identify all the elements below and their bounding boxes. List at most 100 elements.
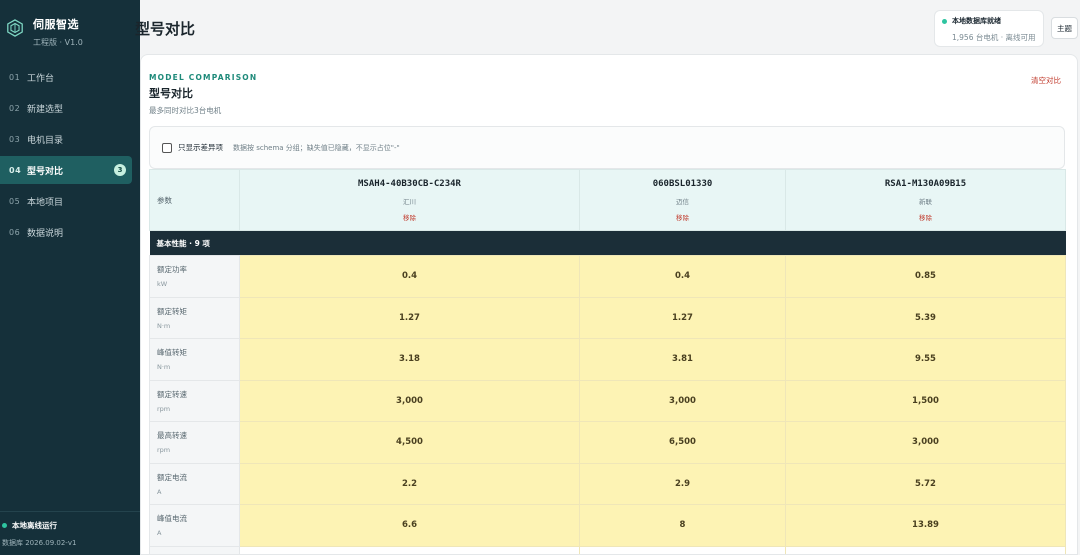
diff-only-label[interactable]: 只显示差异项 — [178, 142, 223, 153]
value-cell: 6,500 — [579, 421, 786, 464]
brand: 伺服智选 工程版 · V1.0 — [6, 16, 83, 48]
table-row: 峰值转矩 N·m 3.18 3.81 9.55 — [149, 338, 1066, 381]
nav-number: 02 — [9, 103, 21, 113]
param-cell: 额定转速 rpm — [149, 379, 240, 422]
filter-bar: 只显示差异项 数据按 schema 分组；缺失值已隐藏，不显示占位"-" — [149, 126, 1065, 169]
param-column-header: 参数 — [149, 169, 240, 231]
table-row: 最高转速 rpm 4,500 6,500 3,000 — [149, 421, 1066, 464]
param-cell — [149, 545, 240, 554]
model-column-header: RSA1-M130A09B15 新联 移除 — [785, 169, 1066, 231]
value-cell: 0.4 — [239, 255, 580, 298]
remove-model-button[interactable]: 移除 — [240, 212, 579, 222]
nav-number: 03 — [9, 134, 21, 144]
param-unit: A — [157, 529, 162, 538]
table-row: 额定转矩 N·m 1.27 1.27 5.39 — [149, 296, 1066, 339]
filter-hint: 数据按 schema 分组；缺失值已隐藏，不显示占位"-" — [233, 143, 400, 152]
remove-model-button[interactable]: 移除 — [580, 212, 785, 222]
param-cell: 额定电流 A — [149, 462, 240, 505]
compare-count-badge: 3 — [114, 164, 126, 176]
value-cell: 1.27 — [579, 296, 786, 339]
group-header-row: 基本性能 · 9 项 — [149, 230, 1066, 256]
nav-label: 型号对比 — [27, 166, 64, 177]
section-title: 型号对比 — [149, 87, 193, 100]
param-name: 峰值转矩 — [157, 348, 187, 358]
param-unit: N·m — [157, 321, 171, 330]
model-name: MSAH4-40B30CB-C234R — [358, 178, 461, 189]
sidebar-item-motor-catalog[interactable]: 03 电机目录 — [0, 125, 132, 153]
param-cell: 最高转速 rpm — [149, 421, 240, 464]
hexagon-logo-icon — [7, 19, 23, 37]
model-brand: 迈信 — [676, 197, 689, 206]
value-cell: 2.2 — [239, 462, 580, 505]
table-row: 额定功率 kW 0.4 0.4 0.85 — [149, 255, 1066, 298]
param-unit: A — [157, 487, 162, 496]
comparison-table: 参数 MSAH4-40B30CB-C234R 汇川 移除 060BSL01330… — [149, 169, 1066, 554]
comparison-table-wrap: 参数 MSAH4-40B30CB-C234R 汇川 移除 060BSL01330… — [149, 169, 1066, 554]
nav-number: 06 — [9, 227, 21, 237]
nav-label: 工作台 — [27, 73, 55, 84]
sidebar-item-model-compare[interactable]: 04 型号对比 3 — [0, 156, 132, 184]
value-cell: 5.39 — [785, 296, 1066, 339]
offline-status-label: 本地离线运行 — [12, 521, 57, 530]
app-edition: 工程版 · V1.0 — [33, 38, 83, 47]
section-kicker: MODEL COMPARISON — [149, 73, 258, 82]
param-unit: N·m — [157, 363, 171, 372]
nav-label: 本地项目 — [27, 197, 64, 208]
param-cell: 额定转矩 N·m — [149, 296, 240, 339]
value-cell: 1,500 — [785, 379, 1066, 422]
param-unit: rpm — [157, 446, 171, 455]
value-cell: 3.18 — [239, 338, 580, 381]
value-cell — [785, 545, 1066, 554]
database-status-title: 本地数据库就绪 — [952, 17, 1001, 25]
table-row — [149, 545, 1066, 554]
param-name: 最高转速 — [157, 431, 187, 441]
database-status-card: 本地数据库就绪 1,956 台电机 · 离线可用 — [934, 10, 1044, 47]
page-title: 型号对比 — [135, 20, 196, 38]
param-unit: kW — [157, 280, 168, 289]
diff-only-checkbox[interactable] — [162, 142, 172, 153]
param-name: 峰值电流 — [157, 514, 187, 524]
status-dot-icon — [2, 523, 7, 528]
value-cell: 13.89 — [785, 504, 1066, 547]
sidebar-footer: 本地离线运行 数据库 2026.09.02-v1 — [0, 511, 140, 548]
model-brand: 新联 — [919, 197, 932, 206]
table-row: 额定电流 A 2.2 2.9 5.72 — [149, 462, 1066, 505]
offline-status: 本地离线运行 — [2, 520, 140, 531]
nav-label: 数据说明 — [27, 228, 64, 239]
param-cell: 额定功率 kW — [149, 255, 240, 298]
sidebar-nav: 01 工作台 02 新建选型 03 电机目录 04 型号对比 3 05 本地项目… — [0, 63, 140, 249]
param-name: 额定功率 — [157, 265, 187, 275]
value-cell: 3.81 — [579, 338, 786, 381]
value-cell: 1.27 — [239, 296, 580, 339]
param-cell: 峰值电流 A — [149, 504, 240, 547]
value-cell: 9.55 — [785, 338, 1066, 381]
value-cell: 2.9 — [579, 462, 786, 505]
value-cell: 0.4 — [579, 255, 786, 298]
param-name: 额定转速 — [157, 389, 187, 399]
value-cell: 3,000 — [785, 421, 1066, 464]
status-dot-icon — [942, 18, 947, 24]
nav-number: 04 — [9, 165, 22, 175]
sidebar-item-data-notes[interactable]: 06 数据说明 — [0, 218, 132, 246]
section-subtitle: 最多同时对比3台电机 — [149, 106, 222, 115]
clear-comparison-link[interactable]: 清空对比 — [1031, 75, 1061, 86]
value-cell: 3,000 — [579, 379, 786, 422]
value-cell: 4,500 — [239, 421, 580, 464]
nav-number: 05 — [9, 196, 21, 206]
remove-model-button[interactable]: 移除 — [786, 212, 1065, 222]
theme-button[interactable]: 主题 — [1051, 17, 1078, 39]
nav-label: 新建选型 — [27, 104, 64, 115]
sidebar-item-workbench[interactable]: 01 工作台 — [0, 63, 132, 91]
param-name: 额定电流 — [157, 472, 187, 482]
model-name: 060BSL01330 — [652, 178, 713, 189]
table-row: 峰值电流 A 6.6 8 13.89 — [149, 504, 1066, 547]
value-cell — [579, 545, 786, 554]
model-name: RSA1-M130A09B15 — [884, 178, 967, 189]
table-header-row: 参数 MSAH4-40B30CB-C234R 汇川 移除 060BSL01330… — [149, 169, 1066, 231]
database-status-detail: 1,956 台电机 · 离线可用 — [952, 33, 1036, 42]
database-version: 数据库 2026.09.02-v1 — [2, 539, 77, 547]
sidebar-item-local-projects[interactable]: 05 本地项目 — [0, 187, 132, 215]
value-cell — [239, 545, 580, 554]
value-cell: 8 — [579, 504, 786, 547]
sidebar-item-new-selection[interactable]: 02 新建选型 — [0, 94, 132, 122]
